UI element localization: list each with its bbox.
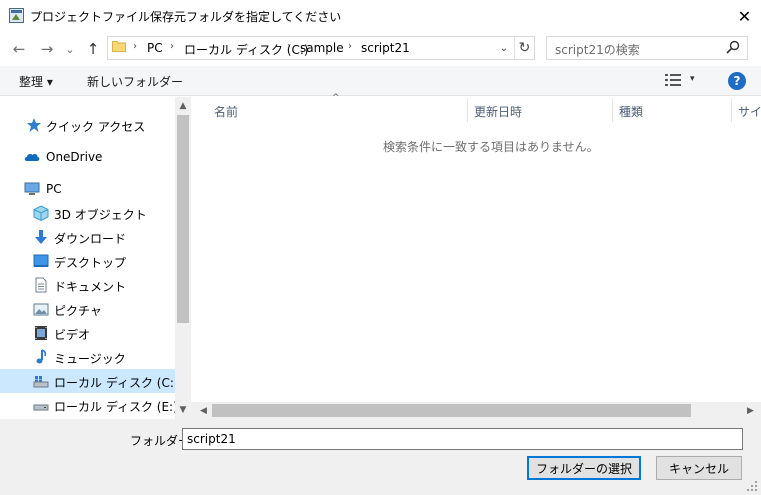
- forward-button[interactable]: →: [38, 40, 56, 58]
- column-header-modified[interactable]: 更新日時: [474, 98, 522, 122]
- sidebar-item-documents[interactable]: ドキュメント: [0, 273, 175, 297]
- column-divider[interactable]: [467, 98, 468, 122]
- picture-icon: [33, 303, 49, 316]
- breadcrumb-separator: ›: [287, 41, 291, 52]
- breadcrumb-sample[interactable]: sample: [300, 41, 344, 55]
- column-header-size[interactable]: サイズ: [738, 98, 761, 122]
- sidebar-item-label: PC: [46, 182, 62, 196]
- breadcrumb-separator: ›: [133, 41, 137, 52]
- breadcrumb-separator: ›: [348, 41, 352, 52]
- column-header-name[interactable]: 名前: [214, 98, 238, 122]
- drive-icon: [33, 404, 49, 411]
- sidebar-item-label: ドキュメント: [54, 280, 127, 294]
- file-list-hscrollbar-thumb[interactable]: [212, 404, 691, 417]
- app-icon: [9, 8, 24, 23]
- sidebar-scrollbar-thumb[interactable]: [177, 115, 189, 323]
- sidebar-item-label: OneDrive: [46, 150, 103, 164]
- resize-grip-icon[interactable]: [744, 478, 758, 492]
- video-icon: [35, 326, 47, 340]
- sidebar-item-quick-access[interactable]: クイック アクセス: [0, 113, 175, 137]
- sidebar-item-pictures[interactable]: ピクチャ: [0, 297, 175, 321]
- empty-message: 検索条件に一致する項目はありません。: [383, 140, 599, 154]
- sidebar-item-label: 3D オブジェクト: [54, 208, 147, 222]
- select-folder-button[interactable]: フォルダーの選択: [527, 456, 641, 480]
- folder-icon: [112, 41, 126, 52]
- sidebar-item-pc[interactable]: PC: [0, 177, 175, 201]
- help-icon[interactable]: ?: [728, 72, 746, 90]
- up-button[interactable]: ↑: [84, 40, 102, 58]
- refresh-icon[interactable]: ↻: [514, 37, 534, 59]
- cube-icon: [33, 205, 49, 221]
- recent-locations-button[interactable]: ⌄: [63, 40, 77, 58]
- window-title: プロジェクトファイル保存元フォルダを指定してください: [30, 10, 342, 24]
- close-icon[interactable]: ✕: [728, 0, 761, 32]
- search-input[interactable]: script21の検索: [555, 41, 640, 58]
- sidebar-item-label: ミュージック: [54, 352, 126, 366]
- desktop-icon: [33, 254, 49, 267]
- sidebar-item-onedrive[interactable]: OneDrive: [0, 145, 175, 169]
- music-icon: [36, 349, 47, 364]
- sidebar-item-3d-objects[interactable]: 3D オブジェクト: [0, 201, 175, 225]
- sidebar-item-label: ローカル ディスク (E:): [54, 400, 178, 414]
- sidebar-item-local-disk-c[interactable]: ローカル ディスク (C:): [0, 369, 179, 393]
- sidebar-item-label: デスクトップ: [54, 256, 127, 270]
- search-icon: [726, 40, 740, 54]
- address-dropdown-icon[interactable]: ⌄: [493, 37, 515, 59]
- sidebar-item-label: ビデオ: [54, 328, 91, 342]
- view-dropdown-icon[interactable]: ▾: [690, 74, 695, 84]
- computer-icon: [24, 182, 40, 195]
- download-icon: [35, 230, 47, 244]
- scroll-right-icon[interactable]: ▶: [742, 402, 759, 419]
- sidebar-item-music[interactable]: ミュージック: [0, 345, 175, 369]
- sidebar-item-downloads[interactable]: ダウンロード: [0, 225, 175, 249]
- sidebar-item-desktop[interactable]: デスクトップ: [0, 249, 175, 273]
- cancel-button[interactable]: キャンセル: [656, 456, 742, 480]
- sidebar-item-local-disk-e[interactable]: ローカル ディスク (E:): [0, 393, 178, 417]
- sidebar-item-label: クイック アクセス: [46, 120, 146, 134]
- column-header-type[interactable]: 種類: [619, 98, 643, 122]
- sidebar-item-label: ピクチャ: [54, 304, 102, 318]
- new-folder-button[interactable]: 新しいフォルダー: [87, 73, 183, 90]
- column-divider[interactable]: [612, 98, 613, 122]
- breadcrumb-separator: ›: [170, 41, 174, 52]
- breadcrumb-script21[interactable]: script21: [361, 41, 410, 55]
- document-icon: [35, 277, 47, 293]
- sidebar-item-label: ダウンロード: [54, 232, 127, 246]
- scroll-down-icon[interactable]: ▼: [175, 402, 191, 418]
- scroll-left-icon[interactable]: ◀: [195, 402, 212, 419]
- breadcrumb-pc[interactable]: PC: [147, 41, 163, 55]
- scroll-up-icon[interactable]: ▲: [175, 98, 191, 114]
- organize-button[interactable]: 整理 ▾: [19, 73, 53, 90]
- folder-name-input[interactable]: [182, 428, 743, 450]
- view-options-icon[interactable]: [665, 74, 681, 86]
- column-divider[interactable]: [731, 98, 732, 122]
- sidebar-item-label: ローカル ディスク (C:): [54, 376, 179, 390]
- drive-icon: [33, 376, 49, 388]
- star-icon: [27, 118, 41, 132]
- sidebar-item-videos[interactable]: ビデオ: [0, 321, 175, 345]
- back-button[interactable]: ←: [10, 40, 28, 58]
- sort-ascending-icon: ^: [332, 93, 340, 103]
- cloud-icon: [24, 153, 40, 161]
